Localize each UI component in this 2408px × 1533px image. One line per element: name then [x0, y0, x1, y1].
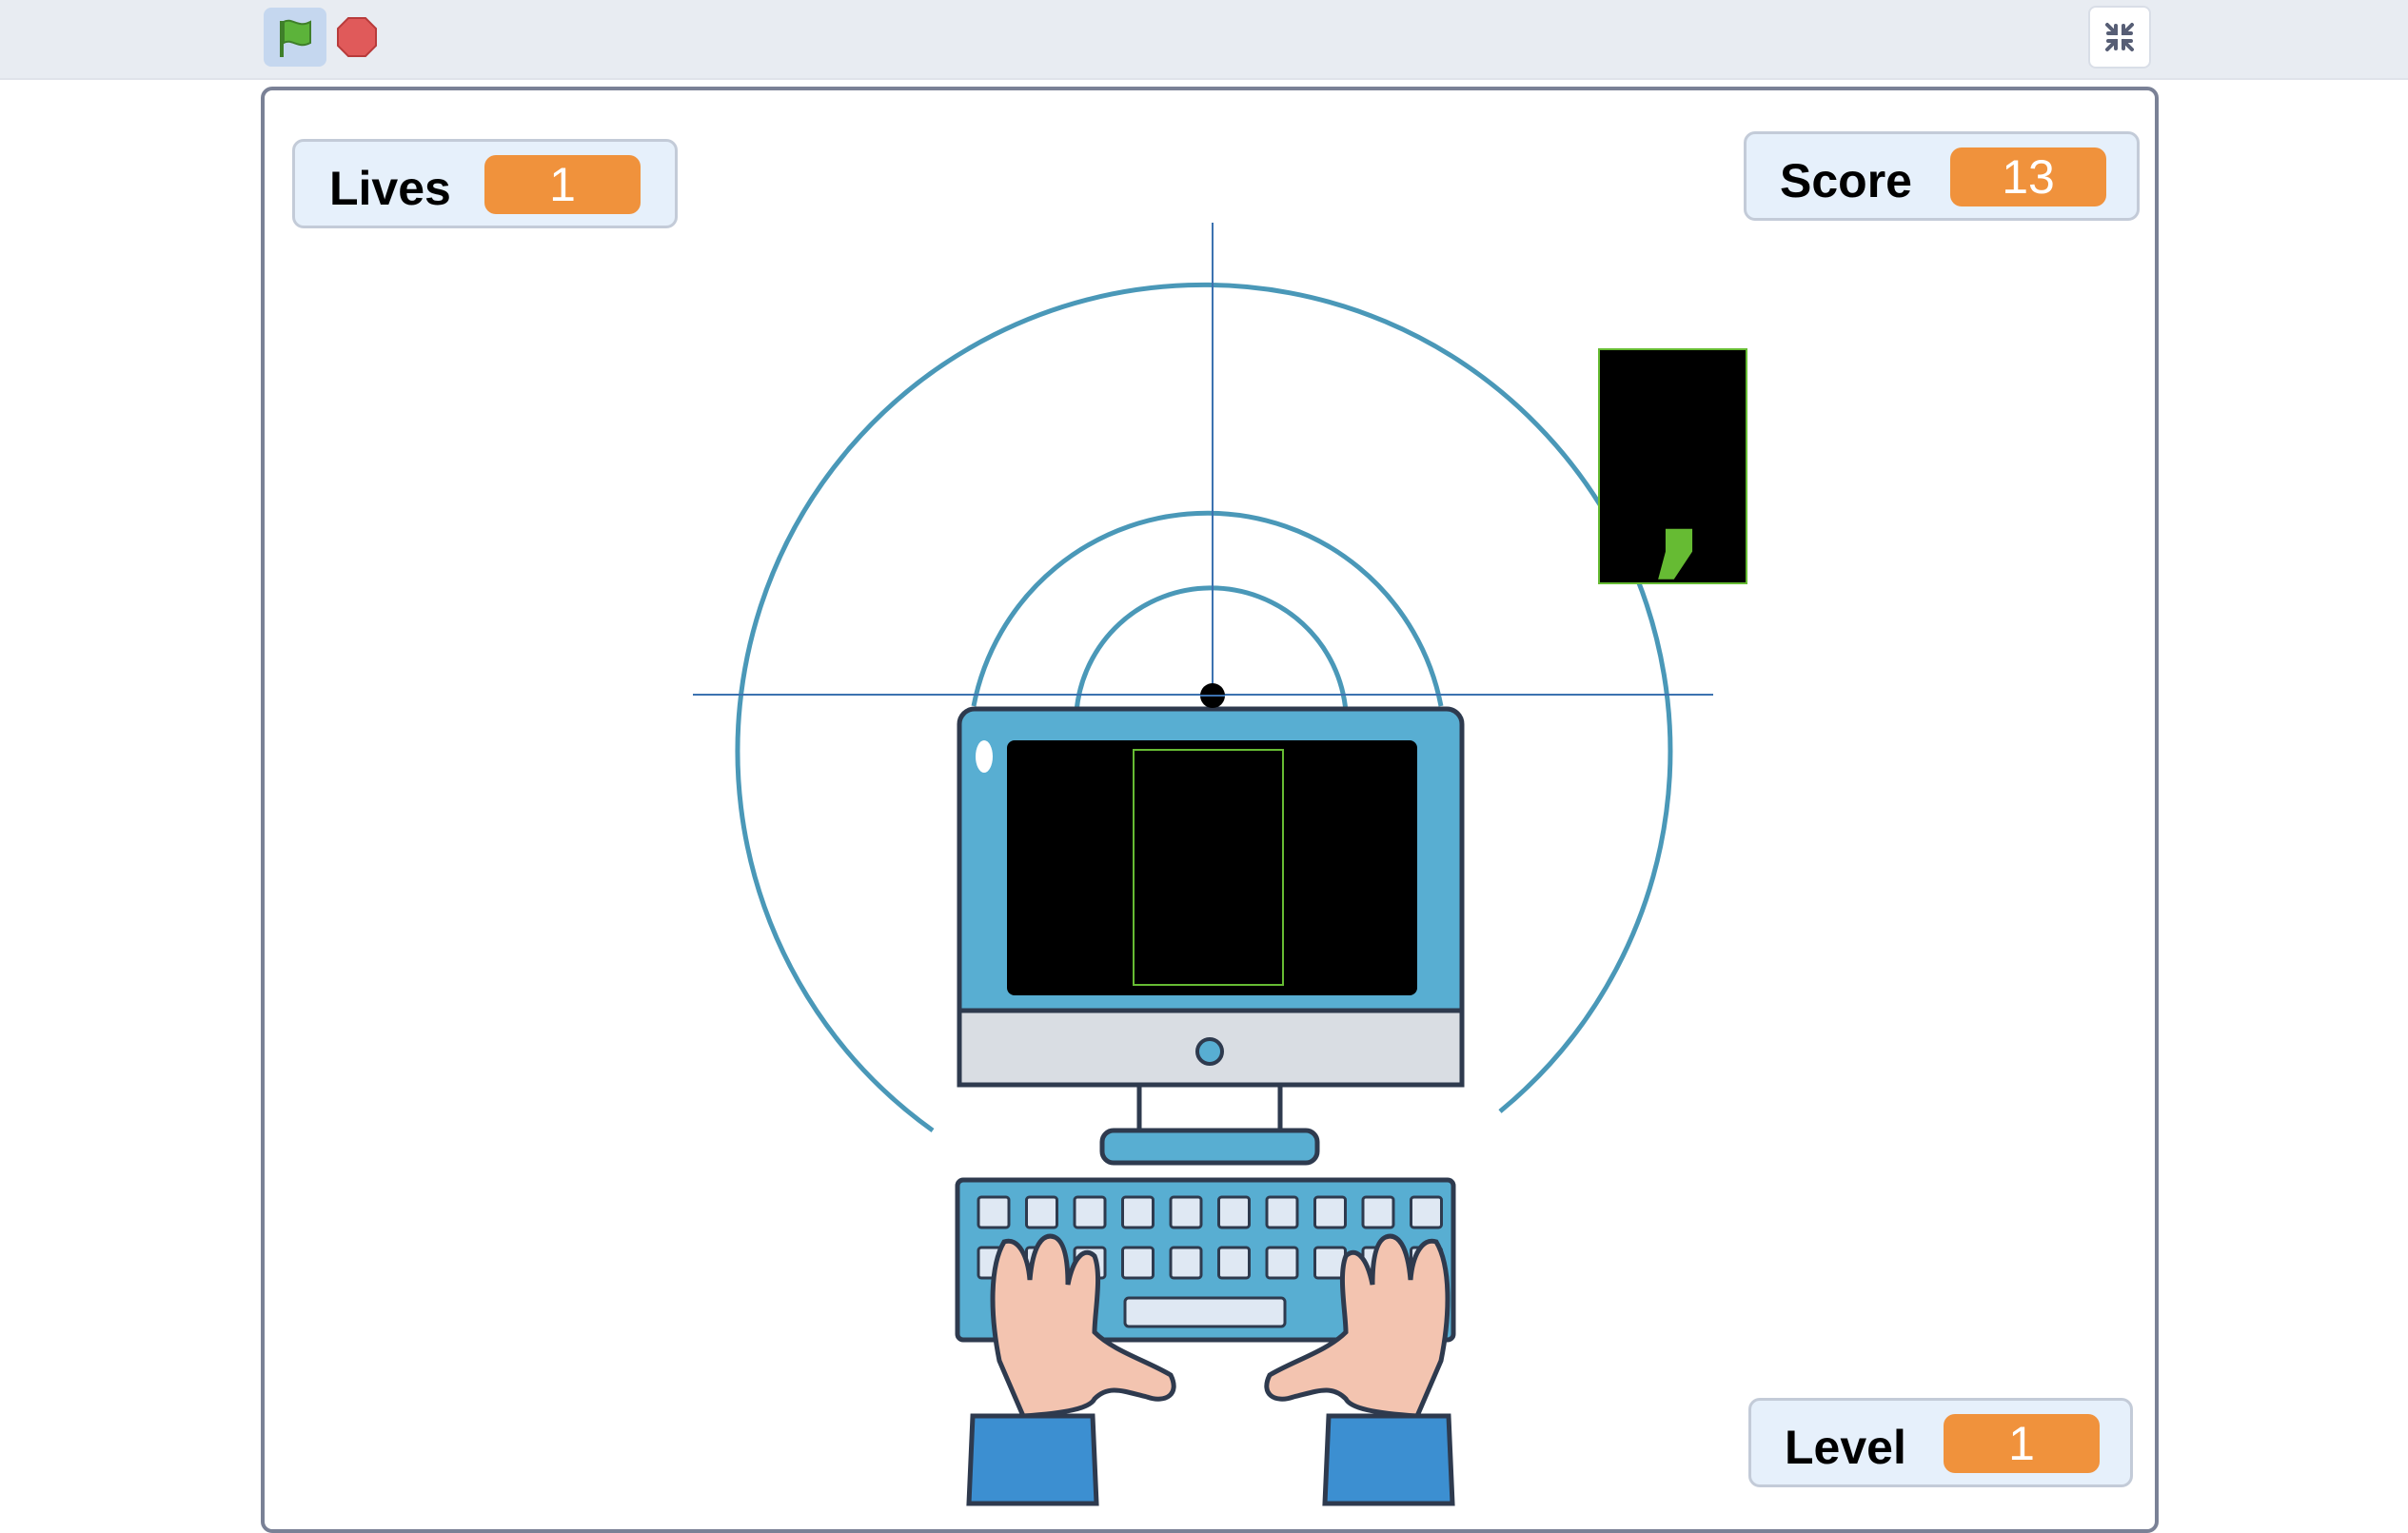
- score-label: Score: [1780, 154, 1912, 207]
- exit-fullscreen-icon: [2105, 23, 2134, 51]
- green-flag-icon: [280, 19, 311, 57]
- exit-fullscreen-button[interactable]: [2088, 6, 2151, 69]
- level-value: 1: [1944, 1414, 2100, 1473]
- stop-button[interactable]: [336, 16, 378, 58]
- lives-monitor[interactable]: Lives 1: [292, 139, 678, 228]
- lives-label: Lives: [329, 162, 451, 215]
- stop-sign-icon: [337, 17, 377, 57]
- score-value: 13: [1950, 147, 2106, 206]
- game-stage[interactable]: [261, 87, 2159, 1533]
- lives-value: 1: [484, 155, 641, 214]
- stage-toolbar: [0, 0, 2408, 80]
- level-monitor[interactable]: Level 1: [1748, 1398, 2133, 1487]
- level-label: Level: [1785, 1421, 1906, 1474]
- score-monitor[interactable]: Score 13: [1744, 131, 2140, 221]
- green-flag-button[interactable]: [264, 8, 326, 67]
